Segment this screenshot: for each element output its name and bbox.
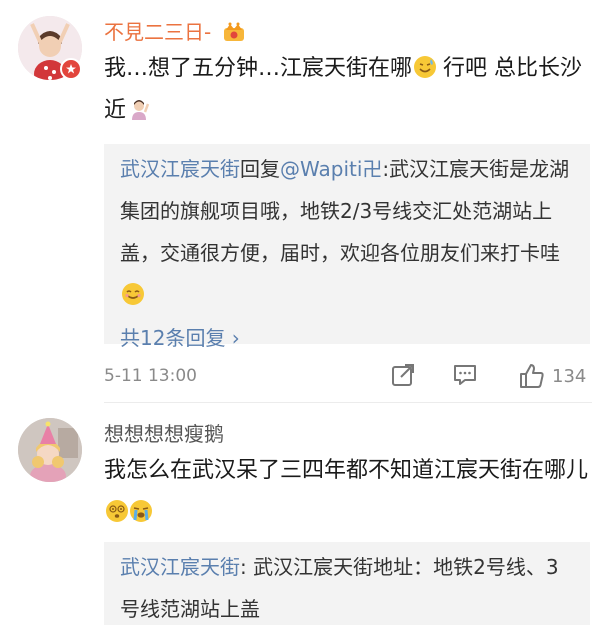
reply-text: 武汉江宸天街回复@Wapiti卍:武汉江宸天街是龙湖集团的旗舰项目哦，地铁2/3… [120,148,574,316]
comment-text-part1: 我…想了五分钟…江宸天街在哪 [104,56,413,81]
reply-box[interactable]: 武汉江宸天街: 武汉江宸天街地址：地铁2号线、3号线范湖站上盖 [104,542,590,625]
comment-text: 我…想了五分钟…江宸天街在哪 行吧 总比长沙近 [104,48,590,132]
crying-emoji-icon [130,500,152,522]
reply-author-link[interactable]: 武汉江宸天街 [120,555,240,579]
verified-icon [60,58,82,80]
reply-text: 武汉江宸天街: 武汉江宸天街地址：地铁2号线、3号线范湖站上盖 [120,546,574,630]
comment-meta: 5-11 13:00 134 [104,362,592,392]
like-icon [520,364,544,388]
smile-emoji-icon [122,283,144,305]
like-button[interactable]: 134 [518,362,586,390]
comment-time: 5-11 13:00 [104,366,197,386]
divider [104,402,592,403]
username[interactable]: 不見二三日- [104,18,246,46]
comment-icon [454,365,476,385]
like-count: 134 [552,365,587,387]
share-button[interactable] [390,362,416,388]
comment-text: 我怎么在武汉呆了三四年都不知道江宸天街在哪儿 [104,450,590,534]
reply-mention-link[interactable]: @Wapiti卍 [280,157,382,181]
reply-box[interactable]: 武汉江宸天街回复@Wapiti卍:武汉江宸天街是龙湖集团的旗舰项目哦，地铁2/3… [104,144,590,350]
sweat-smile-emoji-icon [414,56,437,78]
more-replies-link[interactable]: 共12条回复 › [120,316,574,360]
username[interactable]: 想想想想瘦鹅 [104,420,224,448]
username-text[interactable]: 想想想想瘦鹅 [104,422,224,446]
reply-author-link[interactable]: 武汉江宸天街 [120,157,240,181]
comment-button[interactable] [452,362,478,388]
dizzy-emoji-icon [106,500,128,522]
share-icon [392,364,414,386]
reply-connector: 回复 [240,157,280,181]
avatar[interactable] [18,418,82,482]
comment-text-part1: 我怎么在武汉呆了三四年都不知道江宸天街在哪儿 [104,458,589,483]
username-text[interactable]: 不見二三日- [104,20,211,44]
person-gesture-emoji-icon [128,98,150,120]
crown-icon [222,21,246,41]
